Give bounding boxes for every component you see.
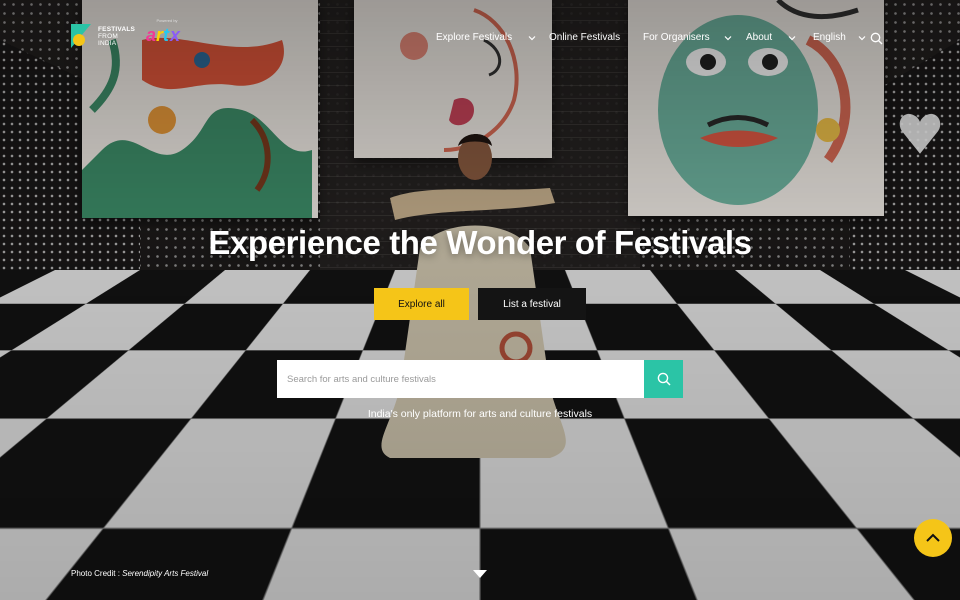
- nav-for-organisers-label: For Organisers: [643, 32, 710, 43]
- main-nav: Explore Festivals Online Festivals For O…: [0, 0, 960, 76]
- chevron-down-icon: [858, 35, 866, 40]
- nav-for-organisers[interactable]: For Organisers: [643, 32, 732, 43]
- caret-down-icon[interactable]: [473, 570, 487, 578]
- site-header: FESTIVALS FROM INDIA Powered by a r t x …: [0, 0, 960, 76]
- nav-online-festivals-label: Online Festivals: [549, 32, 621, 43]
- festival-search-bar: [277, 360, 683, 398]
- list-a-festival-button[interactable]: List a festival: [478, 288, 586, 320]
- photo-credit-label: Photo Credit :: [71, 569, 123, 578]
- nav-about[interactable]: About: [746, 32, 796, 43]
- chevron-down-icon: [788, 35, 796, 40]
- chevron-up-icon: [926, 533, 940, 542]
- language-selector[interactable]: English: [813, 32, 866, 43]
- photo-credit-name[interactable]: Serendipity Arts Festival: [122, 569, 208, 578]
- nav-about-label: About: [746, 32, 773, 43]
- chevron-down-icon: [528, 35, 536, 40]
- back-to-top-button[interactable]: [914, 519, 952, 557]
- search-icon: [657, 372, 671, 386]
- nav-explore-festivals[interactable]: Explore Festivals: [436, 32, 536, 43]
- nav-online-festivals[interactable]: Online Festivals: [549, 32, 620, 43]
- hero-tagline: India's only platform for arts and cultu…: [367, 408, 593, 420]
- chevron-down-icon: [724, 35, 732, 40]
- photo-credit: Photo Credit : Serendipity Arts Festival: [71, 569, 208, 578]
- explore-all-button[interactable]: Explore all: [374, 288, 469, 320]
- search-submit-button[interactable]: [644, 360, 683, 398]
- nav-explore-festivals-label: Explore Festivals: [436, 32, 513, 43]
- hero-title: Experience the Wonder of Festivals: [208, 224, 752, 261]
- festival-search-input[interactable]: [277, 360, 644, 398]
- language-selector-label: English: [813, 32, 846, 43]
- search-icon[interactable]: [870, 32, 883, 45]
